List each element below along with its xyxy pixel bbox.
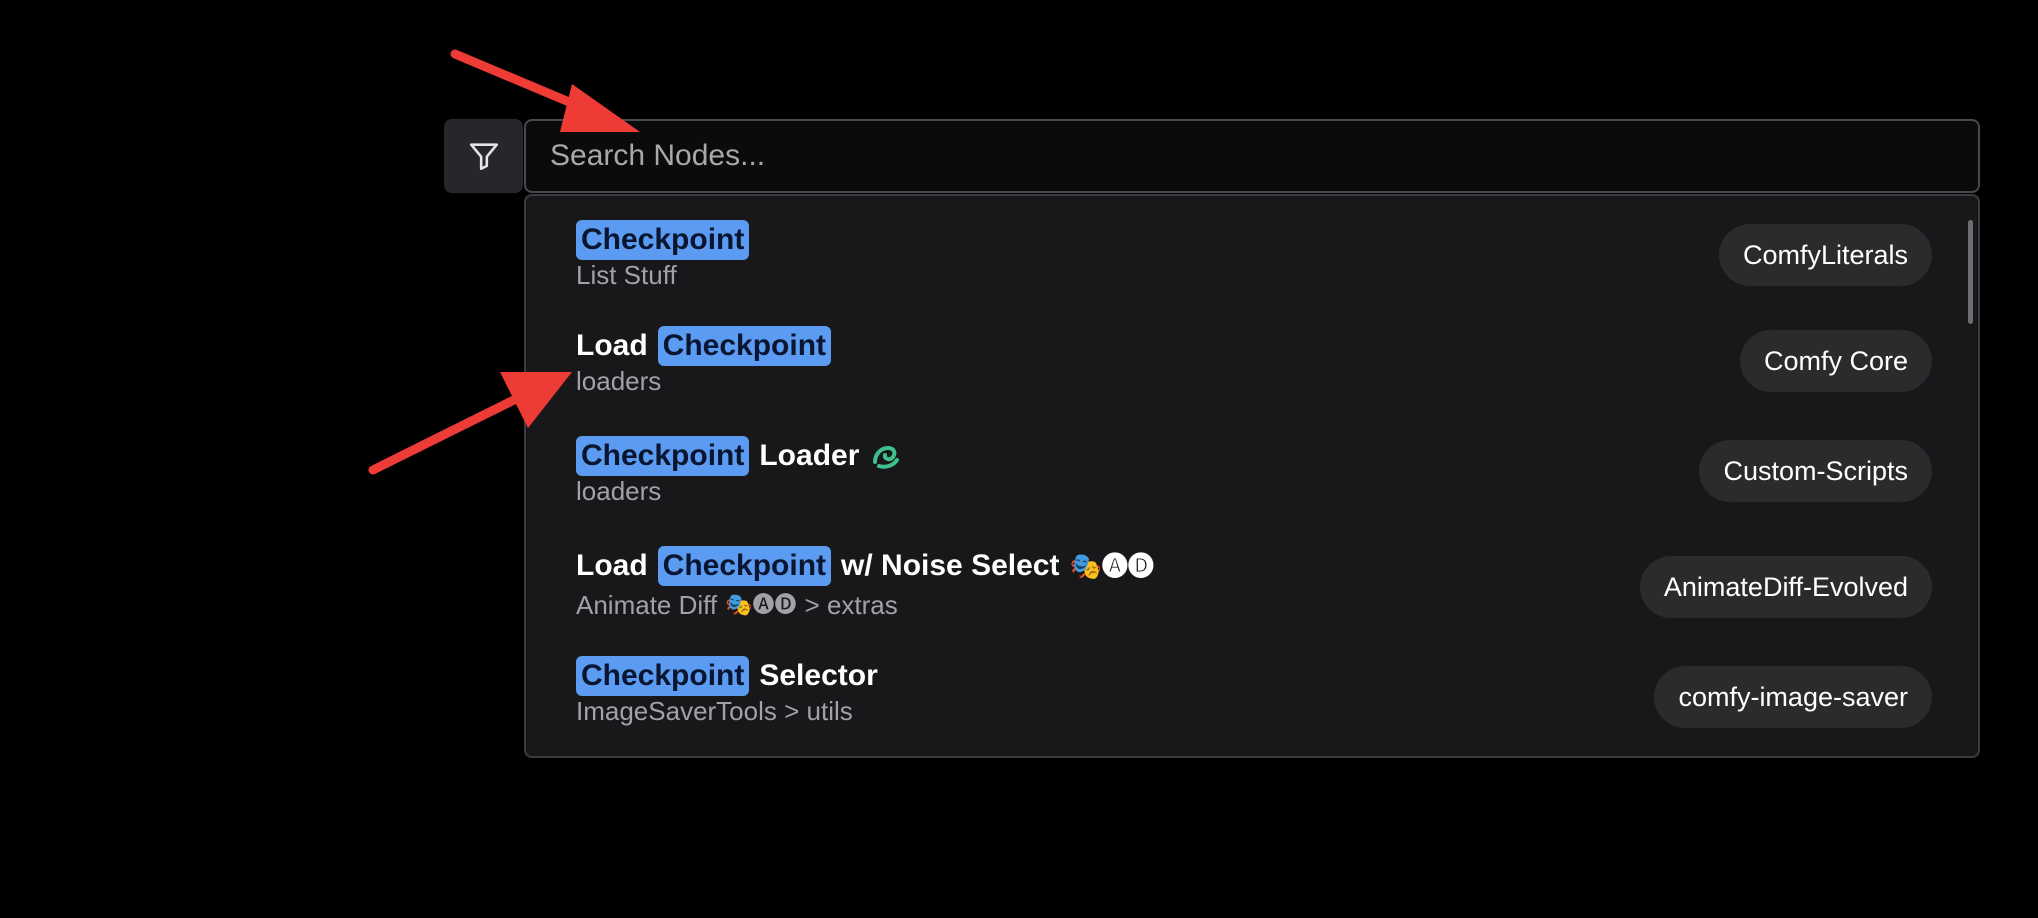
result-title: Load Checkpoint w/ Noise Select 🎭🅐🅓 (576, 546, 1154, 586)
node-search-stage: Checkpoint List Stuff ComfyLiterals Load… (0, 0, 2038, 918)
filter-icon (469, 143, 498, 171)
highlighted-match: Checkpoint (576, 436, 750, 476)
result-title: Checkpoint Loader (576, 436, 903, 476)
source-badge: AnimateDiff-Evolved (1639, 556, 1932, 618)
result-category: Animate Diff 🎭🅐🅓 > extras (576, 590, 898, 620)
title-emoji-suffix: 🎭🅐🅓 (1069, 551, 1154, 581)
result-item[interactable]: Checkpoint Loader loaders Custom-Scripts (526, 412, 1978, 524)
result-title: Checkpoint Selector (576, 656, 888, 696)
source-badge: ComfyLiterals (1718, 224, 1932, 286)
filter-button[interactable] (444, 119, 523, 193)
result-item[interactable]: Load Checkpoint w/ Noise Select 🎭🅐🅓 Anim… (526, 524, 1978, 636)
search-results-dropdown[interactable]: Checkpoint List Stuff ComfyLiterals Load… (524, 194, 1980, 758)
result-item[interactable]: Load Checkpoint loaders Comfy Core (526, 302, 1978, 412)
result-title: Load Checkpoint (576, 326, 841, 366)
snake-icon (873, 445, 900, 469)
highlighted-match: Checkpoint (657, 326, 832, 366)
category-emoji: 🎭🅐🅓 (725, 592, 797, 617)
result-category: loaders (576, 476, 662, 506)
result-category: List Stuff (576, 260, 677, 290)
source-badge: comfy-image-saver (1654, 666, 1932, 728)
result-item[interactable]: Checkpoint Selector ImageSaverTools > ut… (526, 636, 1978, 756)
source-badge: Custom-Scripts (1699, 440, 1932, 502)
highlighted-match: Checkpoint (657, 546, 832, 586)
highlighted-match: Checkpoint (576, 220, 750, 260)
search-input[interactable] (526, 121, 1978, 191)
search-box[interactable] (524, 119, 1980, 193)
result-title: Checkpoint (576, 220, 759, 260)
source-badge: Comfy Core (1739, 330, 1932, 392)
result-item[interactable]: Checkpoint List Stuff ComfyLiterals (526, 196, 1978, 302)
highlighted-match: Checkpoint (576, 656, 750, 696)
result-category: loaders (576, 366, 662, 396)
result-category: ImageSaverTools > utils (576, 696, 853, 726)
